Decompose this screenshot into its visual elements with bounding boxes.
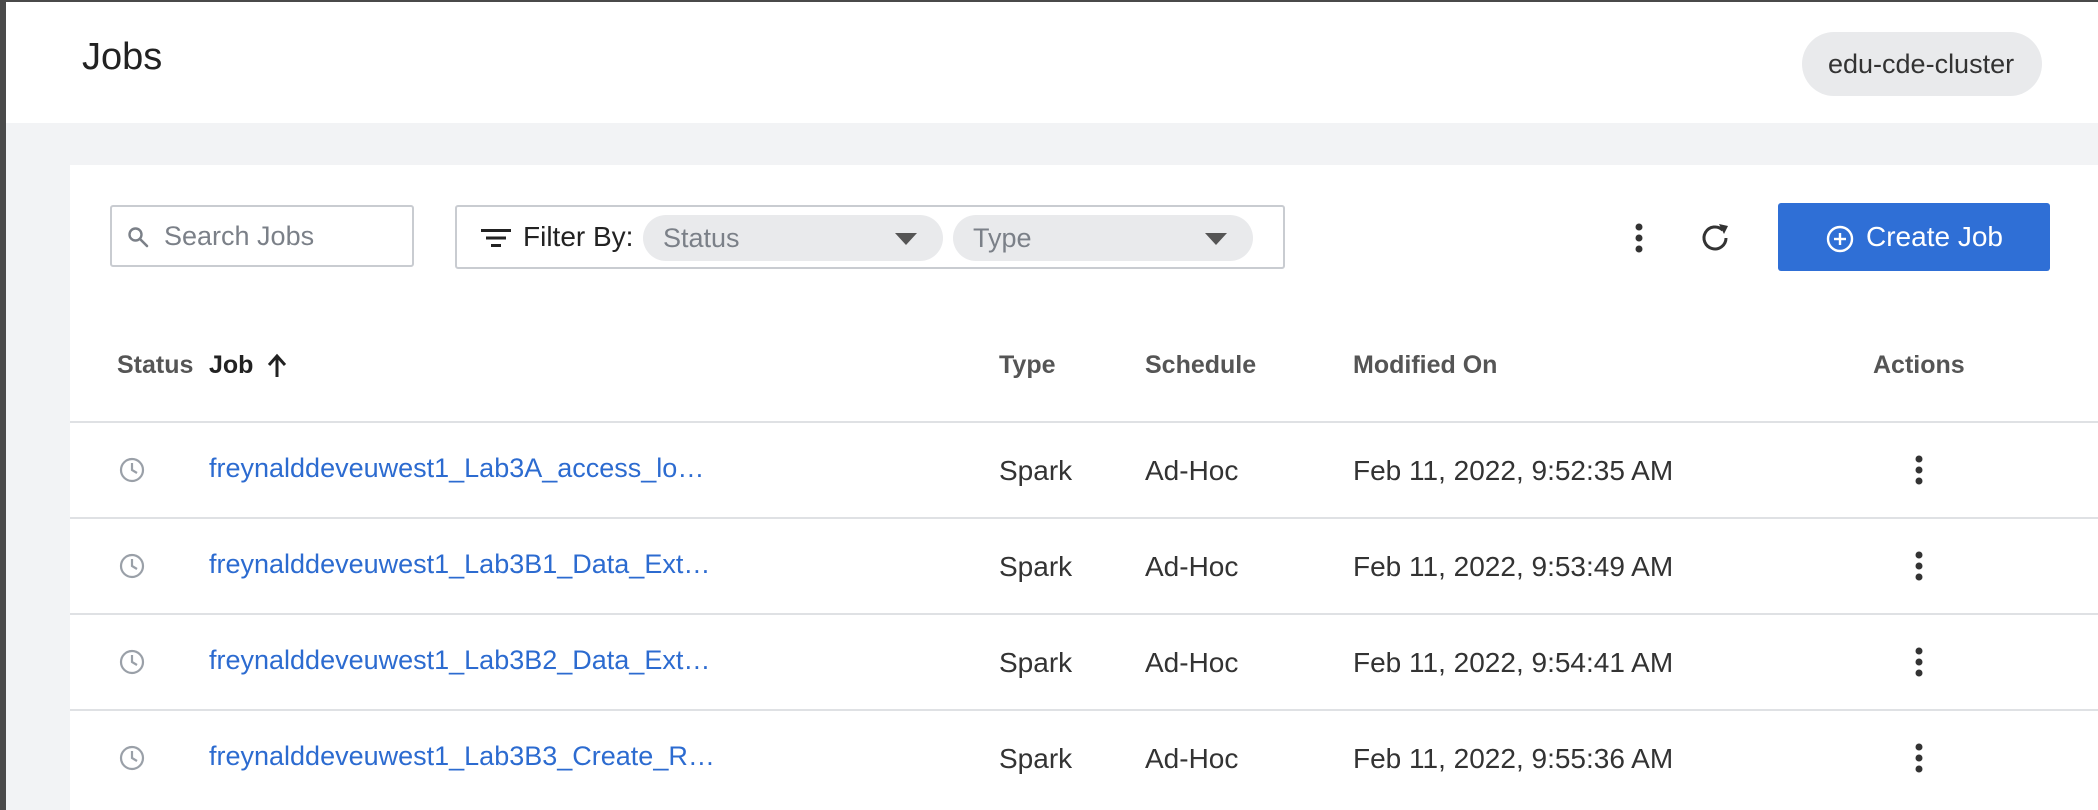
create-job-button[interactable]: Create Job xyxy=(1778,203,2050,271)
job-schedule: Ad-Hoc xyxy=(1145,551,1239,582)
status-filter-dropdown[interactable]: Status xyxy=(643,215,943,261)
column-header-type[interactable]: Type xyxy=(999,351,1056,380)
column-header-schedule[interactable]: Schedule xyxy=(1145,351,1256,380)
column-header-actions: Actions xyxy=(1873,351,1965,379)
job-modified: Feb 11, 2022, 9:55:36 AM xyxy=(1353,743,1674,774)
kebab-icon xyxy=(1915,647,1923,677)
table-row[interactable]: freynalddeveuwest1_Lab3B3_Create_R… Spar… xyxy=(70,709,2098,805)
job-schedule: Ad-Hoc xyxy=(1145,647,1239,678)
refresh-button[interactable] xyxy=(1692,215,1738,261)
clock-icon xyxy=(119,553,145,579)
type-filter-dropdown[interactable]: Type xyxy=(953,215,1253,261)
row-actions-button[interactable] xyxy=(1904,541,1934,591)
job-modified: Feb 11, 2022, 9:52:35 AM xyxy=(1353,455,1674,486)
job-name-link[interactable]: freynalddeveuwest1_Lab3B2_Data_Ext… xyxy=(209,645,710,676)
search-box[interactable] xyxy=(110,205,414,267)
cluster-selector[interactable]: edu-cde-cluster xyxy=(1802,32,2042,96)
column-header-job[interactable]: Job xyxy=(209,351,253,380)
job-name-link[interactable]: freynalddeveuwest1_Lab3B3_Create_R… xyxy=(209,741,715,772)
create-job-label: Create Job xyxy=(1866,221,2003,252)
search-icon xyxy=(128,227,149,248)
table-row[interactable]: freynalddeveuwest1_Lab3B1_Data_Ext… Spar… xyxy=(70,517,2098,613)
type-filter-placeholder: Type xyxy=(973,222,1032,253)
job-schedule: Ad-Hoc xyxy=(1145,743,1239,774)
refresh-icon xyxy=(1702,224,1728,251)
table-row[interactable]: freynalddeveuwest1_Lab3B2_Data_Ext… Spar… xyxy=(70,613,2098,709)
kebab-icon xyxy=(1915,743,1923,773)
filter-icon xyxy=(481,229,511,247)
job-schedule: Ad-Hoc xyxy=(1145,455,1239,486)
job-modified: Feb 11, 2022, 9:53:49 AM xyxy=(1353,551,1674,582)
column-header-modified[interactable]: Modified On xyxy=(1353,351,1497,380)
job-type: Spark xyxy=(999,455,1073,486)
row-actions-button[interactable] xyxy=(1904,637,1934,687)
clock-icon xyxy=(119,457,145,483)
kebab-icon xyxy=(1915,551,1923,581)
plus-circle-icon xyxy=(1826,225,1854,253)
more-options-button[interactable] xyxy=(1624,213,1654,263)
filter-label: Filter By: xyxy=(523,221,634,252)
chevron-down-icon xyxy=(1205,233,1227,245)
job-type: Spark xyxy=(999,647,1073,678)
status-filter-placeholder: Status xyxy=(663,222,740,253)
page-title: Jobs xyxy=(82,36,163,78)
clock-icon xyxy=(119,745,145,771)
table-row[interactable]: freynalddeveuwest1_Lab3A_access_lo… Spar… xyxy=(70,421,2098,517)
job-modified: Feb 11, 2022, 9:54:41 AM xyxy=(1353,647,1674,678)
clock-icon xyxy=(119,649,145,675)
page-header: Jobs edu-cde-cluster xyxy=(6,2,2098,123)
column-header-status[interactable]: Status xyxy=(117,351,193,380)
job-name-link[interactable]: freynalddeveuwest1_Lab3B1_Data_Ext… xyxy=(209,549,710,580)
row-actions-button[interactable] xyxy=(1904,733,1934,783)
job-type: Spark xyxy=(999,551,1073,582)
chevron-down-icon xyxy=(895,233,917,245)
search-input[interactable] xyxy=(164,215,404,257)
filter-bar: Filter By: Status Type xyxy=(455,205,1285,269)
kebab-icon xyxy=(1635,223,1643,253)
row-actions-button[interactable] xyxy=(1904,445,1934,495)
job-name-link[interactable]: freynalddeveuwest1_Lab3A_access_lo… xyxy=(209,453,704,484)
jobs-panel: Filter By: Status Type xyxy=(70,165,2098,810)
job-type: Spark xyxy=(999,743,1073,774)
arrow-up-icon[interactable] xyxy=(266,353,288,379)
kebab-icon xyxy=(1915,455,1923,485)
